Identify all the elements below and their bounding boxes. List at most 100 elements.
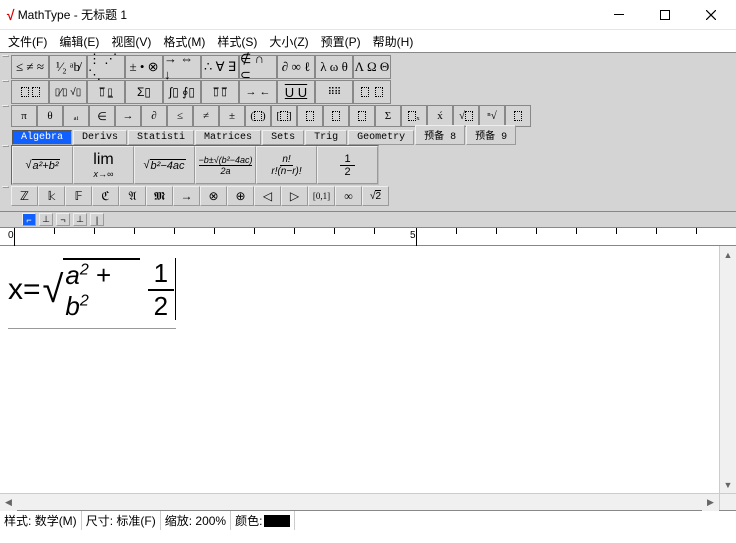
- status-color[interactable]: 颜色:: [231, 511, 295, 530]
- sym-pm[interactable]: ±: [219, 105, 245, 127]
- scroll-left-icon[interactable]: ◀: [0, 494, 17, 511]
- palette-greek-lower[interactable]: λ ω θ: [315, 55, 353, 79]
- tpl-slot2[interactable]: [323, 105, 349, 127]
- scroll-track[interactable]: [720, 263, 736, 476]
- sym-pi[interactable]: π: [11, 105, 37, 127]
- expr-binomial[interactable]: n!r!(n−r)!: [256, 146, 317, 184]
- template-products[interactable]: U U: [277, 80, 315, 104]
- tab-stop-decimal[interactable]: ⊥: [73, 213, 87, 226]
- mini-rtri[interactable]: ▷: [281, 186, 308, 206]
- tpl-paren[interactable]: (): [245, 105, 271, 127]
- tab-derivs[interactable]: Derivs: [73, 130, 127, 145]
- template-boxes[interactable]: [353, 80, 391, 104]
- vertical-scrollbar[interactable]: ▲ ▼: [719, 246, 736, 493]
- toolbar-grip[interactable]: [2, 80, 9, 82]
- mini-otimes[interactable]: ⊗: [200, 186, 227, 206]
- tpl-nth-root[interactable]: ⁿ√: [479, 105, 505, 127]
- template-matrices[interactable]: ⠿⠿: [315, 80, 353, 104]
- menu-prefs[interactable]: 预置(P): [315, 31, 367, 52]
- mini-z[interactable]: ℤ: [11, 186, 38, 206]
- palette-set-theory[interactable]: ∉ ∩ ⊂: [239, 55, 277, 79]
- status-zoom[interactable]: 缩放: 200%: [161, 511, 231, 530]
- sym-theta[interactable]: θ: [37, 105, 63, 127]
- template-summation[interactable]: Σ▯: [125, 80, 163, 104]
- expr-pythag[interactable]: √a²+b²: [12, 146, 73, 184]
- menu-file[interactable]: 文件(F): [2, 31, 53, 52]
- close-button[interactable]: [688, 0, 734, 30]
- expr-limit[interactable]: limx→∞: [73, 146, 134, 184]
- tpl-acute[interactable]: x́: [427, 105, 453, 127]
- palette-greek-upper[interactable]: Λ Ω Θ: [353, 55, 391, 79]
- expr-quadratic[interactable]: −b±√(b²−4ac)2a: [195, 146, 256, 184]
- mini-f[interactable]: 𝔽: [65, 186, 92, 206]
- horizontal-ruler[interactable]: 0 5: [0, 228, 736, 246]
- tab-matrices[interactable]: Matrices: [195, 130, 261, 145]
- mini-c[interactable]: ℭ: [92, 186, 119, 206]
- menu-help[interactable]: 帮助(H): [367, 31, 420, 52]
- sym-arrow[interactable]: →: [115, 105, 141, 127]
- tab-preset-9[interactable]: 预备 9: [466, 125, 516, 145]
- tab-preset-8[interactable]: 预备 8: [415, 125, 465, 145]
- mini-arrow[interactable]: →: [173, 186, 200, 206]
- template-labeled-arrows[interactable]: → ←: [239, 80, 277, 104]
- sym-neq[interactable]: ≠: [193, 105, 219, 127]
- palette-misc[interactable]: ∂ ∞ ℓ: [277, 55, 315, 79]
- template-subscript[interactable]: ▯̅ ▯̲: [87, 80, 125, 104]
- tab-stop-right[interactable]: ¬: [56, 213, 70, 226]
- sym-leq[interactable]: ≤: [167, 105, 193, 127]
- scroll-up-icon[interactable]: ▲: [720, 246, 736, 263]
- template-fences[interactable]: [11, 80, 49, 104]
- tpl-sum[interactable]: Σ: [375, 105, 401, 127]
- expr-one-half[interactable]: 12: [317, 146, 378, 184]
- tab-stop-left[interactable]: ⌐: [22, 213, 36, 226]
- maximize-button[interactable]: [642, 0, 688, 30]
- menu-edit[interactable]: 编辑(E): [53, 31, 105, 52]
- expr-discriminant[interactable]: √b²−4ac: [134, 146, 195, 184]
- template-overbar[interactable]: ▯̅ ▯̅: [201, 80, 239, 104]
- tab-stop-center[interactable]: ⊥: [39, 213, 53, 226]
- template-fractions[interactable]: ▯⁄▯ √▯: [49, 80, 87, 104]
- mini-oplus[interactable]: ⊕: [227, 186, 254, 206]
- palette-spaces[interactable]: ¹⁄₂ ᵃb̸: [49, 55, 87, 79]
- tpl-slot4[interactable]: [505, 105, 531, 127]
- template-integral[interactable]: ∫▯ ∮▯: [163, 80, 201, 104]
- mini-infty[interactable]: ∞: [335, 186, 362, 206]
- mini-interval[interactable]: [0,1]: [308, 186, 335, 206]
- status-size[interactable]: 尺寸: 标准(F): [82, 511, 161, 530]
- menu-format[interactable]: 格式(M): [157, 31, 211, 52]
- tab-trig[interactable]: Trig: [305, 130, 347, 145]
- tpl-slot1[interactable]: [297, 105, 323, 127]
- scroll-right-icon[interactable]: ▶: [702, 494, 719, 511]
- palette-operators[interactable]: ± • ⊗: [125, 55, 163, 79]
- tab-geometry[interactable]: Geometry: [348, 130, 414, 145]
- mini-k[interactable]: 𝕜: [38, 186, 65, 206]
- palette-logical[interactable]: ∴ ∀ ∃: [201, 55, 239, 79]
- tpl-slot3[interactable]: [349, 105, 375, 127]
- palette-arrows[interactable]: → ⇔ ↓: [163, 55, 201, 79]
- minimize-button[interactable]: [596, 0, 642, 30]
- toolbar-grip[interactable]: [2, 105, 9, 107]
- tab-stop-bar[interactable]: |: [90, 213, 104, 226]
- mini-m[interactable]: 𝕸: [146, 186, 173, 206]
- menu-style[interactable]: 样式(S): [211, 31, 263, 52]
- scroll-track[interactable]: [17, 494, 702, 510]
- toolbar-grip[interactable]: [2, 186, 9, 188]
- palette-relational[interactable]: ≤ ≠ ≈: [11, 55, 49, 79]
- menu-size[interactable]: 大小(Z): [263, 31, 314, 52]
- mini-sqrt2[interactable]: √2: [362, 186, 389, 206]
- tab-sets[interactable]: Sets: [262, 130, 304, 145]
- menu-view[interactable]: 视图(V): [105, 31, 157, 52]
- sym-element[interactable]: ∈: [89, 105, 115, 127]
- equation-editor[interactable]: x= √ a2 + b2 1 2: [0, 246, 719, 493]
- tpl-subx[interactable]: ₓ: [401, 105, 427, 127]
- mini-a[interactable]: 𝔄: [119, 186, 146, 206]
- tab-algebra[interactable]: Algebra: [12, 130, 72, 145]
- horizontal-scrollbar[interactable]: ◀ ▶: [0, 493, 736, 510]
- tab-statistics[interactable]: Statisti: [128, 130, 194, 145]
- tpl-sqrt[interactable]: √: [453, 105, 479, 127]
- status-style[interactable]: 样式: 数学(M): [0, 511, 82, 530]
- sym-sub-i[interactable]: ₐᵢ: [63, 105, 89, 127]
- toolbar-grip[interactable]: [2, 55, 9, 57]
- scroll-down-icon[interactable]: ▼: [720, 476, 736, 493]
- palette-embellish[interactable]: ⋮ ⋰ ⋱: [87, 55, 125, 79]
